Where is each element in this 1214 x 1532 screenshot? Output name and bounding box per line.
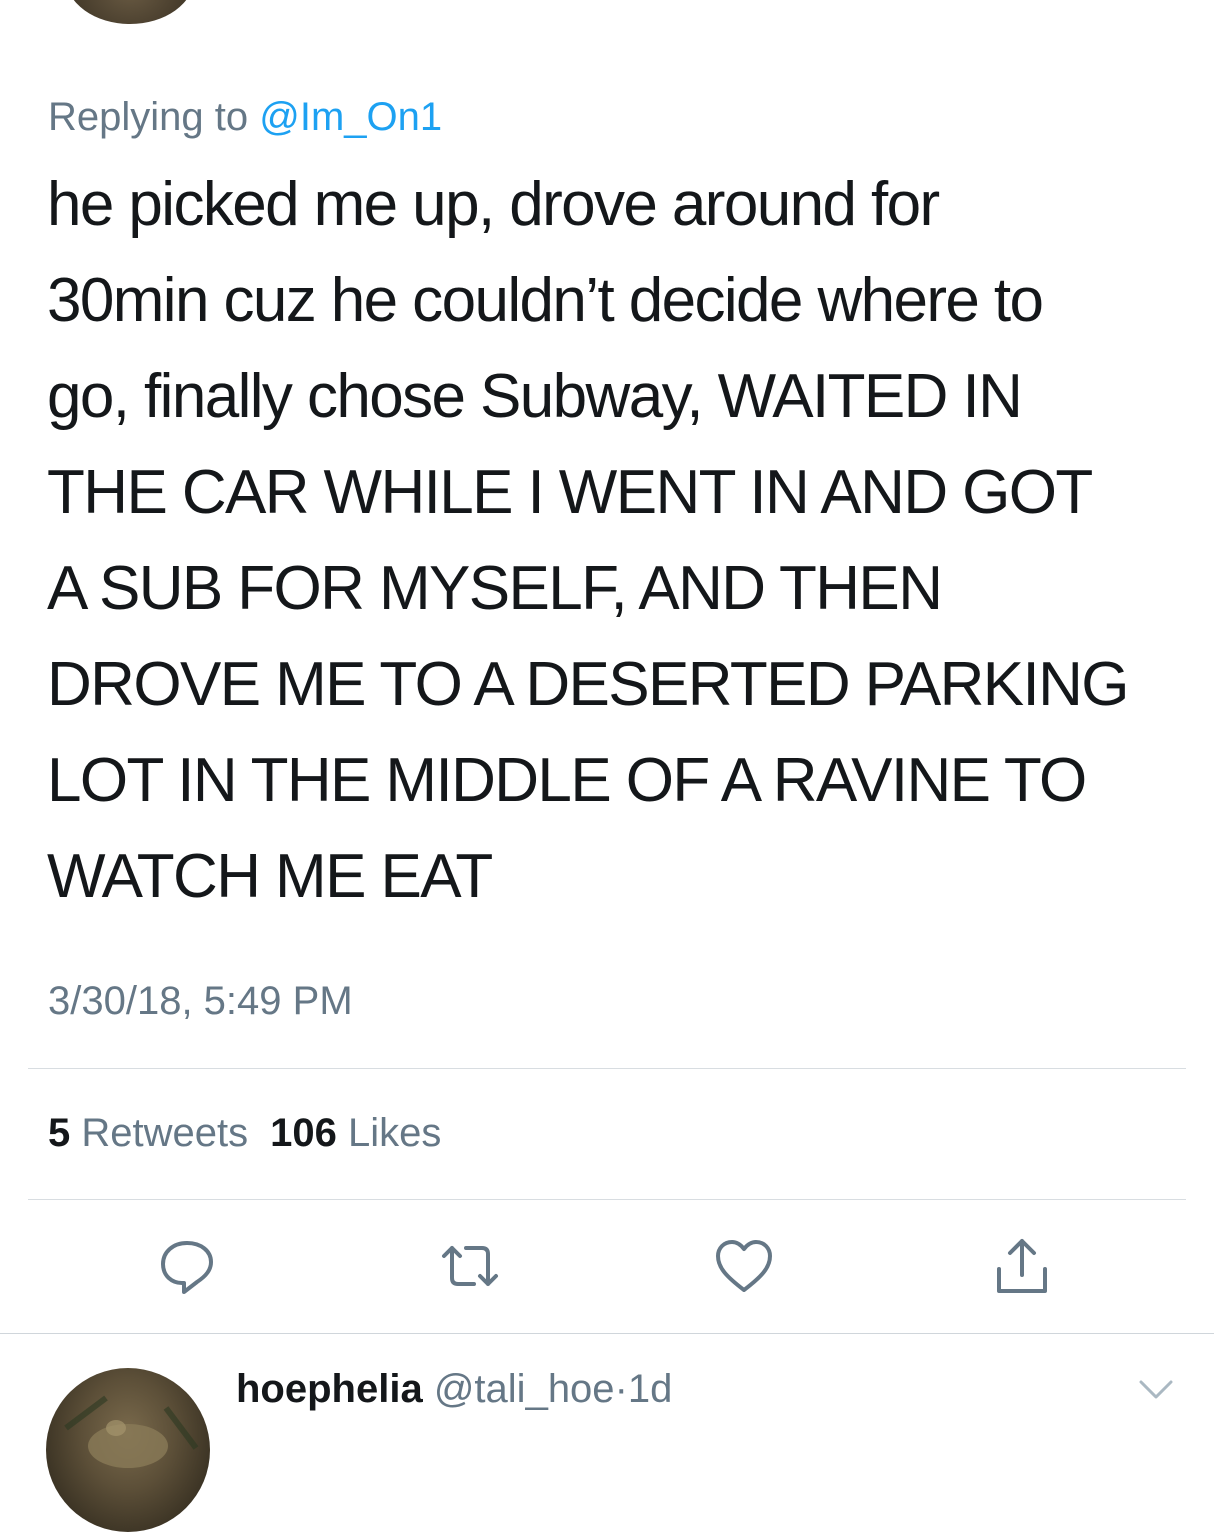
replying-to: Replying to @Im_On1 bbox=[48, 92, 442, 142]
share-icon bbox=[997, 1239, 1047, 1293]
retweets-label: Retweets bbox=[81, 1111, 249, 1155]
reply-tweet[interactable]: hoephelia @tali_hoe·1d bbox=[0, 1334, 1214, 1532]
tweet-text-line: WATCH ME EAT bbox=[47, 842, 493, 911]
replying-to-label: Replying to bbox=[48, 95, 260, 139]
reply-header: hoephelia @tali_hoe·1d bbox=[236, 1364, 672, 1414]
reply-button[interactable] bbox=[155, 1234, 219, 1298]
retweet-icon bbox=[442, 1246, 498, 1286]
tweet-text: he picked me up, drove around for 30min … bbox=[47, 157, 1187, 925]
tweet-text-line: he picked me up, drove around for bbox=[47, 170, 940, 239]
likes-count: 106 bbox=[270, 1111, 337, 1155]
author-avatar[interactable] bbox=[66, 0, 194, 24]
likes-stat[interactable]: 106 Likes bbox=[270, 1111, 441, 1155]
like-button[interactable] bbox=[712, 1234, 776, 1298]
retweet-button[interactable] bbox=[438, 1234, 502, 1298]
reply-display-name[interactable]: hoephelia bbox=[236, 1367, 423, 1411]
tweet-text-line: go, finally chose Subway, WAITED IN bbox=[47, 362, 1023, 431]
tweet-text-line: THE CAR WHILE I WENT IN AND GOT bbox=[47, 458, 1093, 527]
reply-age: 1d bbox=[627, 1367, 673, 1411]
divider bbox=[28, 1068, 1186, 1069]
likes-label: Likes bbox=[348, 1111, 442, 1155]
chevron-down-icon[interactable] bbox=[1138, 1378, 1174, 1402]
like-icon bbox=[716, 1240, 772, 1292]
reply-separator: · bbox=[614, 1367, 628, 1411]
retweets-stat[interactable]: 5 Retweets bbox=[48, 1111, 248, 1155]
tweet-stats: 5 Retweets 106 Likes bbox=[48, 1108, 441, 1158]
share-button[interactable] bbox=[990, 1234, 1054, 1298]
tweet-text-line: A SUB FOR MYSELF, AND THEN bbox=[47, 554, 943, 623]
tweet-action-bar bbox=[0, 1234, 1214, 1300]
divider bbox=[28, 1199, 1186, 1200]
replying-to-handle-link[interactable]: @Im_On1 bbox=[259, 95, 442, 139]
tweet-text-line: LOT IN THE MIDDLE OF A RAVINE TO bbox=[47, 746, 1087, 815]
reply-handle[interactable]: @tali_hoe bbox=[434, 1367, 615, 1411]
tweet-text-line: DROVE ME TO A DESERTED PARKING bbox=[47, 650, 1130, 719]
avatar-image bbox=[64, 1395, 199, 1468]
retweets-count: 5 bbox=[48, 1111, 71, 1155]
tweet-timestamp: 3/30/18, 5:49 PM bbox=[48, 979, 353, 1023]
reply-author-avatar[interactable] bbox=[46, 1368, 210, 1532]
tweet-text-line: 30min cuz he couldn’t decide where to bbox=[47, 266, 1044, 335]
reply-icon bbox=[161, 1241, 213, 1294]
